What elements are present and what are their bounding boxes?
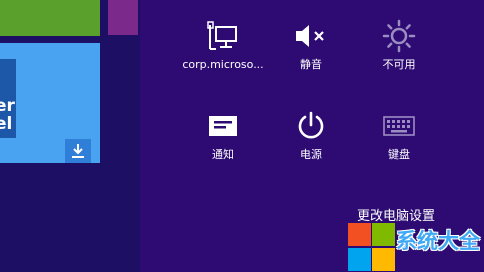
keyboard-icon	[354, 106, 444, 146]
power-label: 电源	[300, 148, 322, 161]
power-icon	[266, 106, 356, 146]
quick-setting-network[interactable]: corp.microso...	[178, 16, 268, 72]
volume-mute-icon	[266, 16, 356, 56]
quick-setting-power[interactable]: 电源	[266, 106, 356, 162]
network-label: corp.microso...	[182, 58, 264, 71]
logo-square-green	[372, 223, 395, 246]
download-icon[interactable]	[65, 139, 91, 163]
volume-label: 静音	[300, 58, 322, 71]
logo-square-yellow	[372, 248, 395, 271]
app-tile-purple[interactable]	[108, 0, 138, 35]
watermark-logo: 系统大全	[346, 222, 484, 272]
app-tile-green[interactable]	[0, 0, 100, 36]
network-icon	[178, 16, 268, 56]
quick-setting-volume[interactable]: 静音	[266, 16, 356, 72]
logo-square-blue	[348, 248, 371, 271]
notifications-label: 通知	[212, 148, 234, 161]
quick-setting-keyboard[interactable]: 键盘	[354, 106, 444, 162]
keyboard-label: 键盘	[388, 148, 410, 161]
tile-logo: er el	[0, 59, 16, 138]
notifications-icon	[178, 106, 268, 146]
start-screen: er el	[0, 0, 140, 272]
app-tile-blue[interactable]: er el	[0, 43, 100, 163]
quick-setting-brightness: 不可用	[354, 16, 444, 72]
watermark-text: 系统大全	[396, 229, 480, 253]
tile-logo-text: er el	[0, 96, 15, 134]
brightness-label: 不可用	[382, 58, 416, 71]
logo-square-red	[348, 223, 371, 246]
brightness-icon	[354, 16, 444, 56]
quick-setting-notifications[interactable]: 通知	[178, 106, 268, 162]
